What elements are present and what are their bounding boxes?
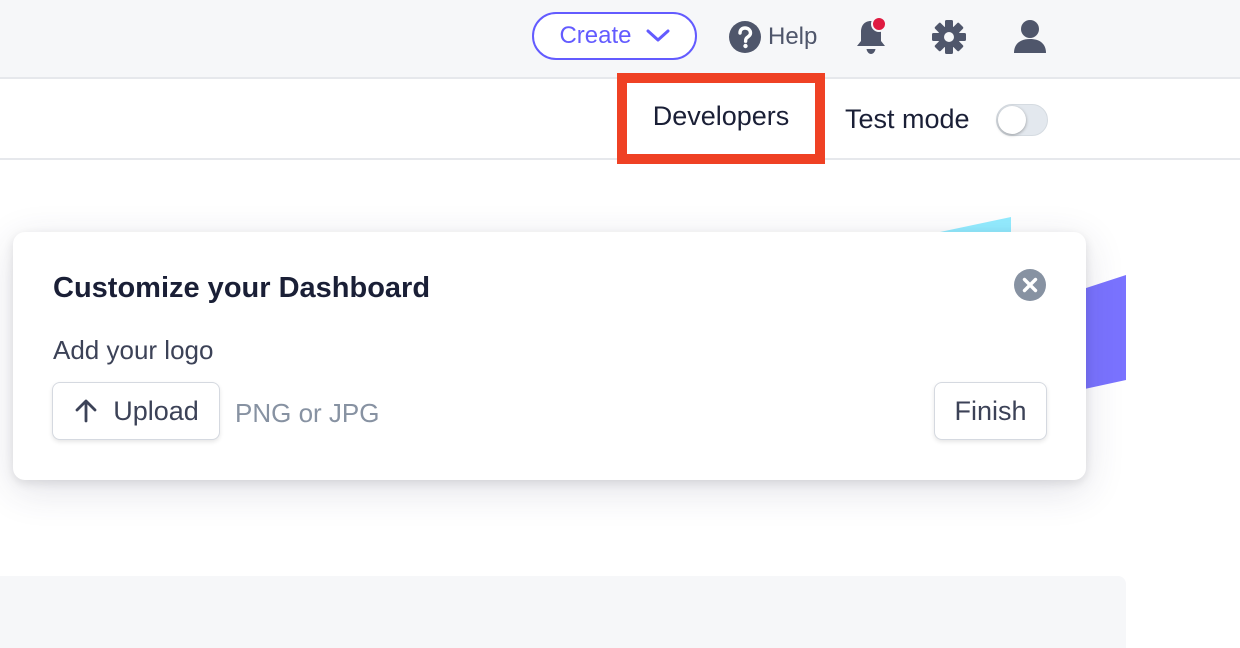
upload-label: Upload — [113, 395, 199, 426]
create-label: Create — [559, 22, 632, 49]
chevron-down-icon — [646, 29, 670, 42]
create-button[interactable]: Create — [532, 12, 697, 60]
test-mode-label: Test mode — [845, 104, 970, 134]
developers-link[interactable]: Developers — [653, 101, 790, 136]
test-mode-toggle[interactable] — [996, 104, 1048, 136]
top-bar: Create Help — [0, 0, 1240, 79]
help-link[interactable]: Help — [728, 19, 817, 55]
bell-icon[interactable] — [854, 16, 888, 56]
toggle-knob — [998, 106, 1026, 134]
content-panel — [0, 576, 1126, 648]
add-logo-label: Add your logo — [53, 335, 214, 365]
help-label: Help — [768, 23, 818, 50]
notification-dot — [871, 16, 887, 32]
developers-highlight-box: Developers — [617, 73, 825, 164]
card-title: Customize your Dashboard — [53, 272, 431, 304]
close-icon[interactable] — [1013, 268, 1047, 302]
gear-icon[interactable] — [931, 19, 967, 55]
customize-dashboard-card: Customize your Dashboard Add your logo U… — [13, 232, 1086, 480]
file-type-hint: PNG or JPG — [235, 398, 380, 428]
finish-button[interactable]: Finish — [934, 382, 1047, 440]
finish-label: Finish — [954, 395, 1027, 426]
arrow-up-icon — [75, 399, 97, 423]
upload-button[interactable]: Upload — [52, 382, 220, 440]
help-icon — [729, 21, 761, 53]
user-icon[interactable] — [1012, 19, 1048, 55]
